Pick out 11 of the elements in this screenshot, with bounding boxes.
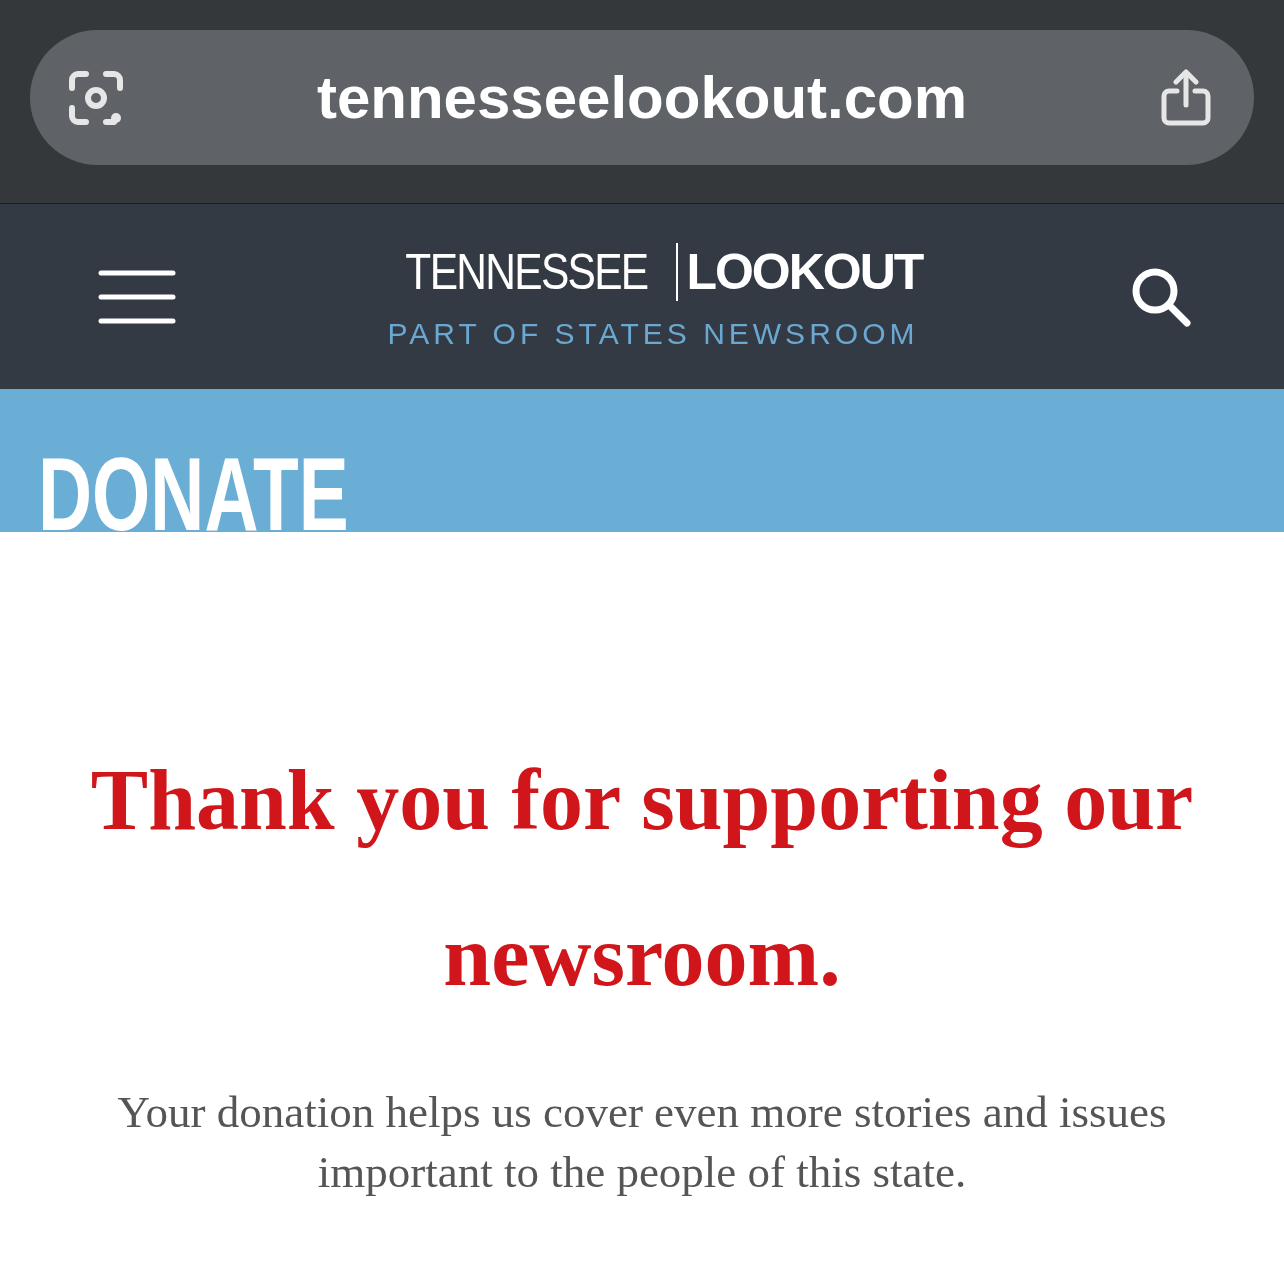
banner-title: DONATE [38, 442, 349, 532]
address-bar[interactable]: tennesseelookout.com [30, 30, 1254, 165]
menu-icon[interactable] [98, 268, 176, 325]
share-icon[interactable] [1160, 68, 1212, 127]
logo-tagline: PART OF STATES NEWSROOM [387, 316, 919, 351]
url-text[interactable]: tennesseelookout.com [316, 63, 968, 132]
logo-text[interactable]: LOOKOUT [686, 242, 923, 301]
heading: Thank you for supporting our newsroom. [89, 751, 1195, 1006]
logo-text[interactable]: TENNESSEE [404, 242, 648, 301]
camera-lens-icon[interactable] [68, 69, 124, 126]
body-text: Your donation helps us cover even more stories and issues important to the people of this state. [116, 1086, 1168, 1199]
